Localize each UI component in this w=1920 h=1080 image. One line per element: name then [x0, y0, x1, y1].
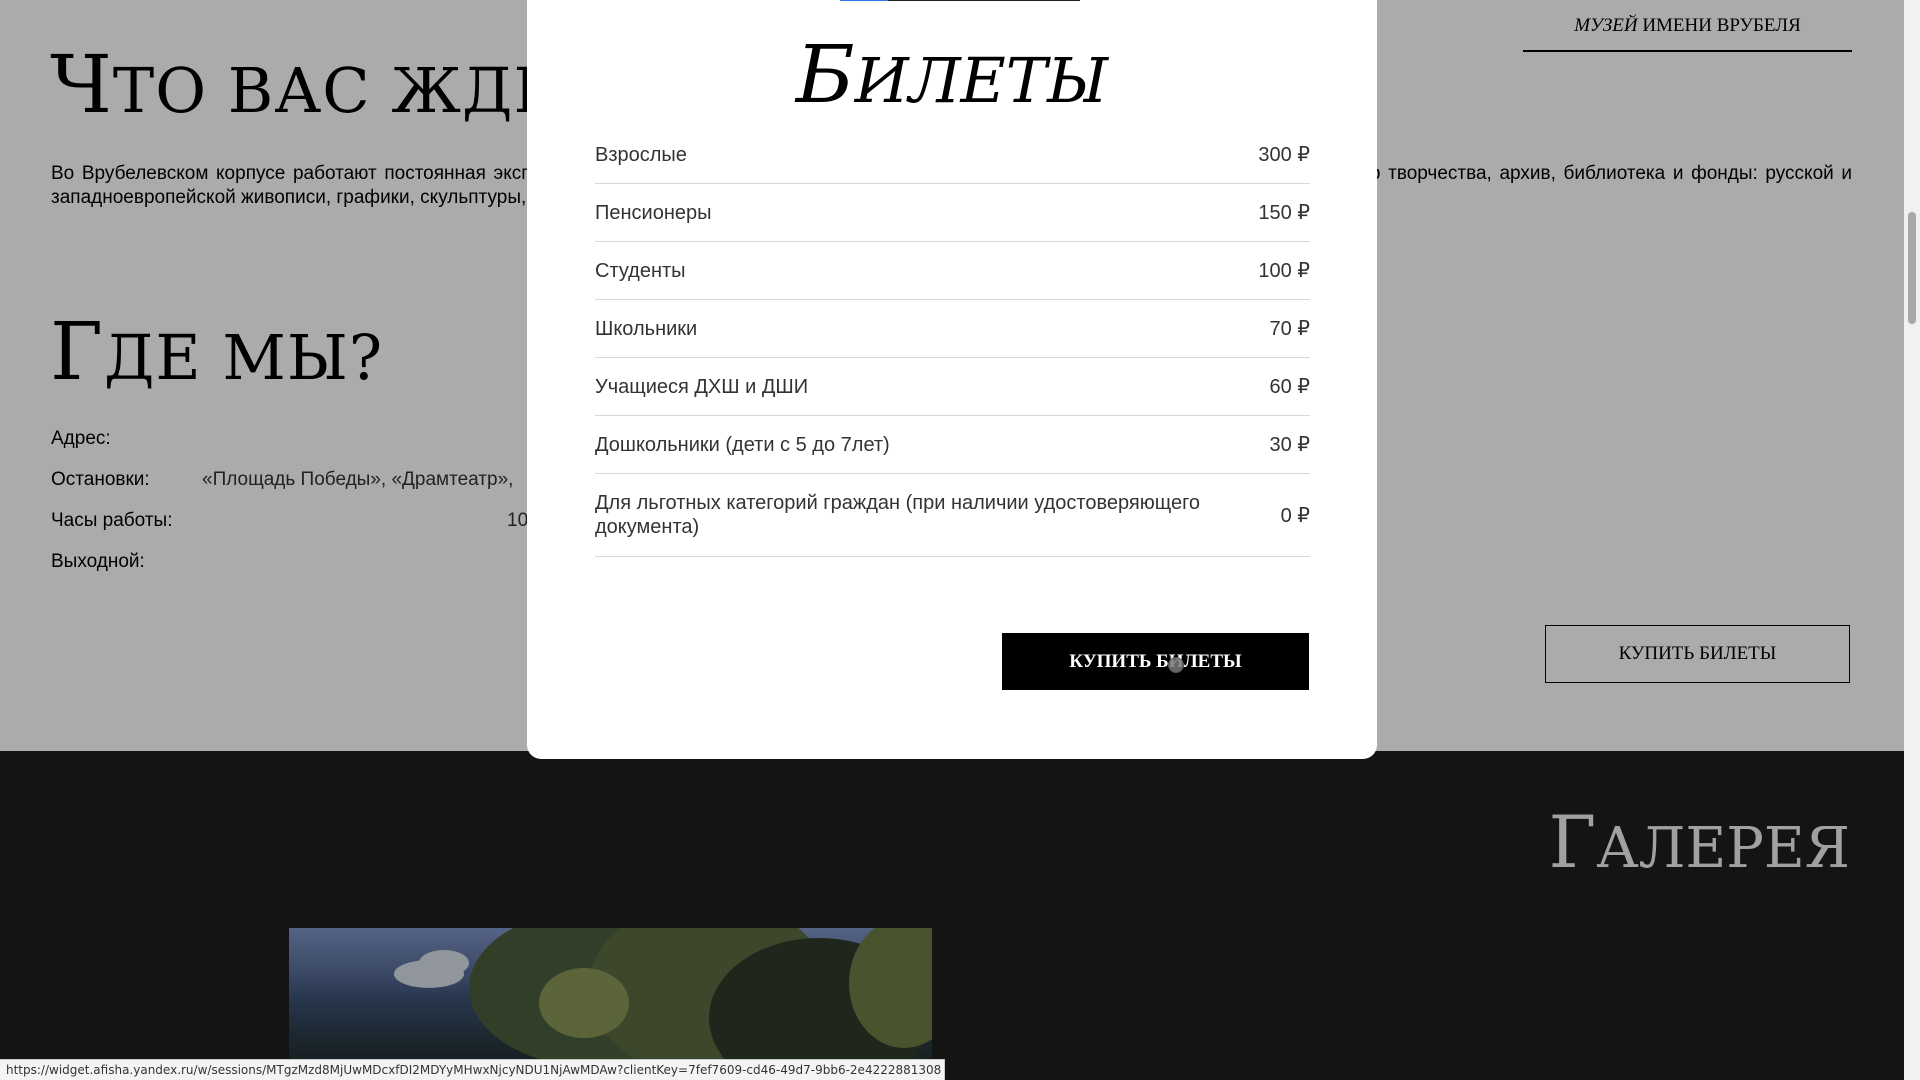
- tickets-title-rest: ИЛЕТЫ: [854, 44, 1109, 117]
- price-row: Дошкольники (дети с 5 до 7лет) 30 ₽: [595, 416, 1310, 474]
- tickets-title-initial: Б: [795, 28, 855, 121]
- price-row: Студенты 100 ₽: [595, 242, 1310, 300]
- status-bar-url: https://widget.afisha.yandex.ru/w/sessio…: [0, 1059, 946, 1080]
- price-value: 300 ₽: [1258, 144, 1310, 166]
- price-table: Взрослые 300 ₽ Пенсионеры 150 ₽ Студенты…: [595, 126, 1310, 557]
- price-row: Взрослые 300 ₽: [595, 126, 1310, 184]
- price-category: Студенты: [595, 259, 686, 282]
- price-category: Учащиеся ДХШ и ДШИ: [595, 375, 809, 398]
- price-row: Для льготных категорий граждан (при нали…: [595, 474, 1310, 557]
- price-category: Взрослые: [595, 143, 687, 166]
- price-row: Школьники 70 ₽: [595, 300, 1310, 358]
- price-value: 100 ₽: [1258, 260, 1310, 282]
- buy-tickets-button[interactable]: КУПИТЬ БИЛЕТЫ: [1002, 633, 1309, 690]
- price-category: Пенсионеры: [595, 201, 712, 224]
- price-category: Для льготных категорий граждан (при нали…: [595, 492, 1201, 538]
- price-value: 30 ₽: [1269, 434, 1310, 456]
- price-value: 150 ₽: [1258, 202, 1310, 224]
- tickets-modal: БИЛЕТЫ Взрослые 300 ₽ Пенсионеры 150 ₽ С…: [527, 0, 1377, 759]
- price-row: Учащиеся ДХШ и ДШИ 60 ₽: [595, 358, 1310, 416]
- page-scrollbar[interactable]: [1904, 0, 1920, 1080]
- scrollbar-thumb[interactable]: [1908, 212, 1916, 324]
- price-value: 0 ₽: [1280, 504, 1310, 527]
- modal-scroll-indicator: [840, 0, 1080, 1]
- price-row: Пенсионеры 150 ₽: [595, 184, 1310, 242]
- page: МУЗЕЙ ИМЕНИ ВРУБЕЛЯ ЧТО ВАС ЖДЁТ Во Вруб…: [0, 0, 1904, 1080]
- price-value: 70 ₽: [1269, 318, 1310, 340]
- tickets-title: БИЛЕТЫ: [527, 28, 1377, 121]
- mouse-cursor: [1168, 657, 1184, 673]
- price-category: Дошкольники (дети с 5 до 7лет): [595, 433, 890, 456]
- price-value: 60 ₽: [1269, 376, 1310, 398]
- price-category: Школьники: [595, 317, 698, 340]
